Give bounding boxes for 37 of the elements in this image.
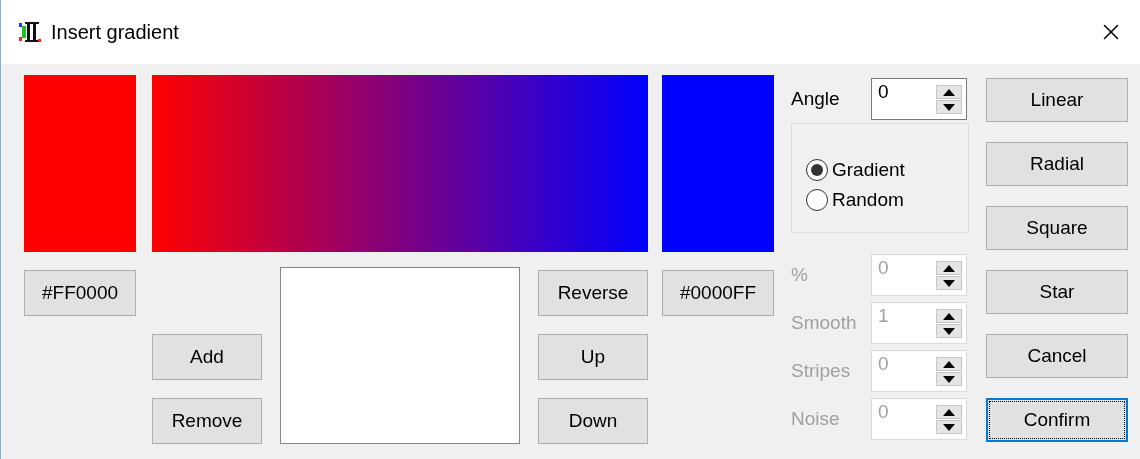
window-title: Insert gradient [51,20,180,44]
app-icon [19,22,41,42]
up-triangle-icon [943,360,955,368]
stop-button[interactable]: Add [152,334,262,380]
down-triangle-icon [943,103,955,111]
up-triangle-icon [943,88,955,96]
order-button[interactable]: Down [538,398,648,444]
radio-option[interactable]: Random [806,189,968,211]
shape-button[interactable]: Radial [986,142,1128,186]
parameter-label: Noise [791,408,841,430]
spin-down-button[interactable] [936,100,962,114]
order-button[interactable]: Reverse [538,270,648,316]
shape-button[interactable]: Star [986,270,1128,314]
radio-option[interactable]: Gradient [806,159,968,181]
shape-button[interactable]: Square [986,206,1128,250]
angle-label: Angle [791,88,841,110]
dialog-button[interactable]: Cancel [986,334,1128,378]
end-color-swatch[interactable] [662,75,774,252]
parameter-label: % [791,264,809,286]
dialog-button[interactable]: Confirm [986,398,1128,442]
stop-button[interactable]: Remove [152,398,262,444]
up-triangle-icon [943,312,955,320]
spin-up-button[interactable] [936,85,962,99]
order-button[interactable]: Up [538,334,648,380]
shape-button[interactable]: Linear [986,78,1128,122]
down-triangle-icon [943,279,955,287]
down-triangle-icon [943,375,955,383]
up-triangle-icon [943,264,955,272]
down-triangle-icon [943,423,955,431]
color-code-button[interactable]: #FF0000 [24,270,136,316]
start-color-swatch[interactable] [24,75,136,252]
parameter-label: Smooth [791,312,858,334]
down-triangle-icon [943,327,955,335]
parameter-label: Stripes [791,360,852,382]
color-code-button[interactable]: #0000FF [662,270,774,316]
up-triangle-icon [943,408,955,416]
spin-field[interactable]: 0 [871,78,967,120]
